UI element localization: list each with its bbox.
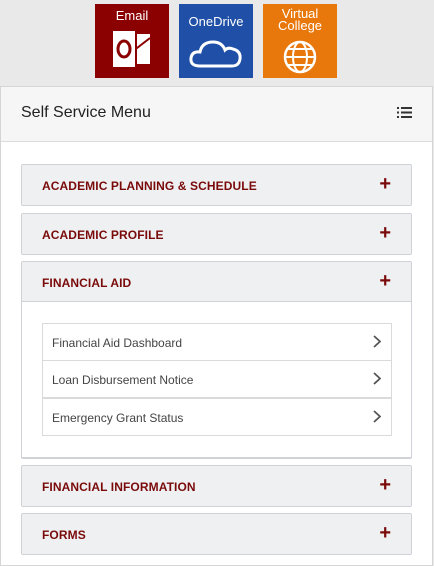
virtual-college-line2: College — [277, 18, 323, 33]
section-header[interactable]: FINANCIAL INFORMATION + — [22, 466, 411, 506]
section-header[interactable]: FINANCIAL AID + — [22, 262, 411, 302]
email-label: Email — [115, 8, 149, 23]
panel-header: Self Service Menu — [1, 87, 432, 142]
section-forms[interactable]: FORMS + — [21, 513, 412, 555]
plus-icon[interactable]: + — [379, 223, 391, 243]
quick-links-bar: Email OneDrive Virtual College — [0, 0, 434, 86]
menu-item-label: Emergency Grant Status — [52, 411, 184, 425]
section-academic-profile[interactable]: ACADEMIC PROFILE + — [21, 213, 412, 255]
onedrive-link[interactable]: OneDrive — [179, 4, 253, 78]
section-financial-aid[interactable]: FINANCIAL AID + Financial Aid Dashboard … — [21, 261, 412, 459]
globe-icon — [283, 40, 317, 74]
section-financial-information[interactable]: FINANCIAL INFORMATION + — [21, 465, 412, 507]
section-body: Financial Aid Dashboard Loan Disbursemen… — [21, 301, 412, 458]
section-label: FINANCIAL AID — [42, 276, 132, 290]
section-header[interactable]: ACADEMIC PROFILE + — [22, 214, 411, 254]
chevron-right-icon — [373, 410, 381, 423]
plus-icon[interactable]: + — [379, 523, 391, 543]
section-header[interactable]: ACADEMIC PLANNING & SCHEDULE + — [22, 165, 411, 205]
section-label: ACADEMIC PLANNING & SCHEDULE — [42, 179, 257, 193]
section-label: FORMS — [42, 528, 86, 542]
chevron-right-icon — [373, 335, 381, 348]
panel-title: Self Service Menu — [21, 104, 151, 121]
cloud-icon — [189, 40, 242, 68]
menu-item-label: Financial Aid Dashboard — [52, 336, 183, 350]
email-link[interactable]: Email — [95, 4, 169, 78]
section-academic-planning[interactable]: ACADEMIC PLANNING & SCHEDULE + — [21, 164, 412, 206]
menu-item-emergency-grant-status[interactable]: Emergency Grant Status — [42, 398, 392, 436]
plus-icon[interactable]: + — [379, 475, 391, 495]
self-service-panel: Self Service Menu ACADEMIC PLANNING & SC… — [0, 86, 433, 566]
menu-item-loan-disbursement-notice[interactable]: Loan Disbursement Notice — [42, 360, 392, 398]
menu-item-label: Loan Disbursement Notice — [52, 373, 194, 387]
virtual-college-link[interactable]: Virtual College — [263, 4, 337, 78]
plus-icon[interactable]: + — [379, 271, 391, 291]
chevron-right-icon — [373, 372, 381, 385]
section-label: FINANCIAL INFORMATION — [42, 480, 196, 494]
plus-icon[interactable]: + — [379, 174, 391, 194]
outlook-icon — [111, 29, 151, 69]
onedrive-label: OneDrive — [188, 14, 244, 29]
menu-item-financial-aid-dashboard[interactable]: Financial Aid Dashboard — [42, 323, 392, 361]
section-header[interactable]: FORMS + — [22, 514, 411, 554]
section-label: ACADEMIC PROFILE — [42, 228, 164, 242]
list-icon[interactable] — [397, 106, 412, 119]
virtual-college-label: Virtual College — [263, 7, 337, 33]
